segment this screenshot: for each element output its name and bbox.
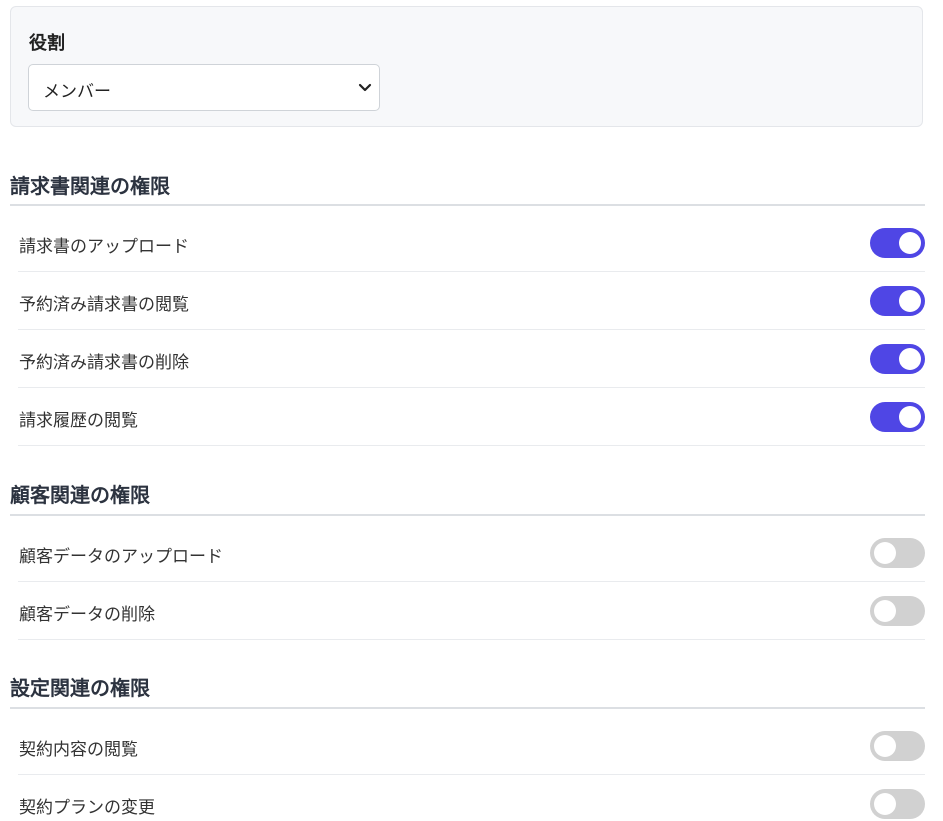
section-title-settings: 設定関連の権限 — [10, 676, 150, 700]
section-title-customer: 顧客関連の権限 — [10, 483, 150, 507]
permission-label: 契約プランの変更 — [19, 798, 155, 818]
toggle-knob — [899, 406, 921, 428]
permission-label: 顧客データの削除 — [19, 605, 155, 625]
toggle-knob — [874, 600, 896, 622]
toggle-customer-upload[interactable] — [870, 538, 925, 568]
section-title-invoice: 請求書関連の権限 — [10, 174, 170, 198]
role-select[interactable]: メンバー — [28, 64, 380, 111]
role-panel: 役割 メンバー — [10, 6, 923, 127]
toggle-reserved-invoice-view[interactable] — [870, 286, 925, 316]
role-select-value: メンバー — [43, 82, 111, 102]
toggle-reserved-invoice-delete[interactable] — [870, 344, 925, 374]
toggle-invoice-upload[interactable] — [870, 228, 925, 258]
chevron-down-icon — [358, 83, 372, 92]
toggle-billing-history-view[interactable] — [870, 402, 925, 432]
permission-row-plan-change: 契約プランの変更 — [18, 775, 925, 821]
toggle-knob — [899, 348, 921, 370]
toggle-knob — [874, 793, 896, 815]
role-label: 役割 — [29, 33, 65, 54]
permission-row-invoice-upload: 請求書のアップロード — [18, 214, 925, 272]
permission-label: 顧客データのアップロード — [19, 547, 223, 567]
permission-row-reserved-invoice-view: 予約済み請求書の閲覧 — [18, 272, 925, 330]
section-divider — [10, 514, 925, 516]
section-divider — [10, 204, 925, 206]
permission-label: 請求履歴の閲覧 — [19, 411, 138, 431]
permission-label: 予約済み請求書の削除 — [19, 353, 189, 373]
toggle-contract-view[interactable] — [870, 731, 925, 761]
toggle-knob — [899, 232, 921, 254]
permission-label: 契約内容の閲覧 — [19, 740, 138, 760]
permission-row-customer-delete: 顧客データの削除 — [18, 582, 925, 640]
permissions-page: 役割 メンバー 請求書関連の権限 請求書のアップロード 予約済み請求書の閲覧 予… — [0, 0, 943, 821]
section-divider — [10, 707, 925, 709]
toggle-knob — [874, 542, 896, 564]
permission-label: 予約済み請求書の閲覧 — [19, 295, 189, 315]
toggle-plan-change[interactable] — [870, 789, 925, 819]
permission-label: 請求書のアップロード — [19, 237, 189, 257]
permission-row-contract-view: 契約内容の閲覧 — [18, 717, 925, 775]
toggle-knob — [899, 290, 921, 312]
permission-row-reserved-invoice-delete: 予約済み請求書の削除 — [18, 330, 925, 388]
toggle-customer-delete[interactable] — [870, 596, 925, 626]
permission-row-billing-history-view: 請求履歴の閲覧 — [18, 388, 925, 446]
toggle-knob — [874, 735, 896, 757]
permission-row-customer-upload: 顧客データのアップロード — [18, 524, 925, 582]
